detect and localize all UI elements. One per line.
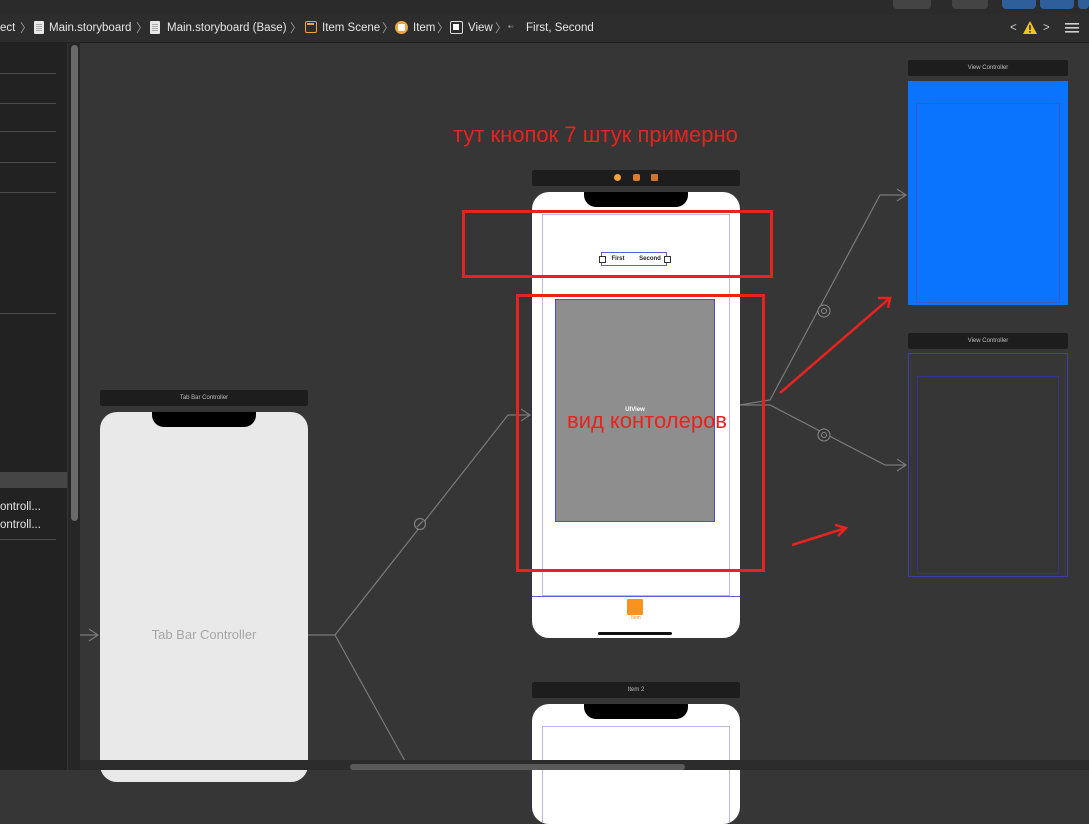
canvas-scrollbar-thumb[interactable] xyxy=(350,764,685,770)
annotation-arrows xyxy=(779,296,892,547)
